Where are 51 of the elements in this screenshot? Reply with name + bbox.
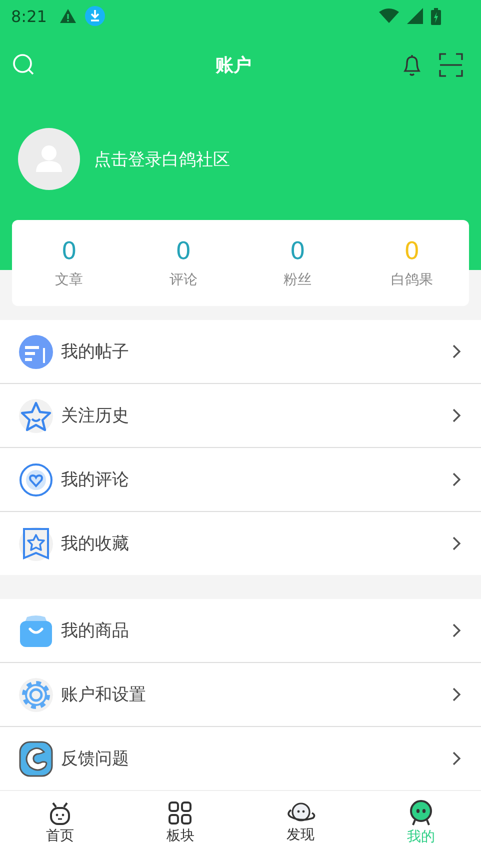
status-time: 8:21	[11, 6, 47, 26]
menu-item[interactable]: 反馈问题	[0, 727, 481, 790]
tab-item[interactable]: 板块	[120, 791, 240, 855]
menu-label: 反馈问题	[61, 748, 130, 770]
chevron-right-icon	[452, 751, 461, 766]
alien-icon	[408, 800, 433, 826]
battery-icon	[431, 8, 441, 24]
menu-label: 我的评论	[61, 469, 130, 491]
stat-label: 评论	[169, 271, 198, 289]
menu-label: 账户和设置	[61, 684, 147, 706]
heart-bubble-icon	[19, 462, 53, 496]
planet-icon	[286, 802, 316, 824]
stat-label: 白鸽果	[390, 271, 433, 289]
download-icon	[84, 6, 105, 26]
gear-icon	[19, 678, 53, 712]
chevron-right-icon	[452, 687, 461, 702]
scan-icon[interactable]	[439, 53, 463, 77]
stat-value: 0	[290, 237, 306, 265]
bell-icon[interactable]	[401, 53, 423, 77]
chevron-right-icon	[452, 536, 461, 551]
menu-item[interactable]: 我的收藏	[0, 512, 481, 575]
star-icon	[19, 398, 53, 432]
chevron-right-icon	[452, 344, 461, 359]
menu-label: 我的帖子	[61, 341, 130, 363]
menu-item[interactable]: 我的评论	[0, 448, 481, 512]
menu-item[interactable]: 我的帖子	[0, 320, 481, 384]
menu-item[interactable]: 关注历史	[0, 384, 481, 448]
menu-label: 我的商品	[61, 620, 130, 642]
tab-item[interactable]: 发现	[240, 791, 361, 855]
stat-label: 粉丝	[284, 271, 312, 289]
menu-label: 关注历史	[61, 405, 130, 427]
stat-value: 0	[404, 237, 420, 265]
document-icon	[19, 334, 53, 368]
tab-item[interactable]: 首页	[0, 791, 120, 855]
stat-value: 0	[61, 237, 77, 265]
chevron-right-icon	[452, 408, 461, 423]
warning-icon	[58, 8, 77, 24]
menu-label: 我的收藏	[61, 533, 130, 555]
chevron-right-icon	[452, 472, 461, 487]
robot-icon	[48, 801, 72, 825]
page-title: 账户	[214, 54, 252, 77]
shopping-bag-icon	[19, 614, 53, 648]
feedback-icon	[19, 740, 53, 776]
stat-value: 0	[176, 237, 192, 265]
menu-item[interactable]: 账户和设置	[0, 663, 481, 727]
stat-label: 文章	[55, 271, 84, 289]
signal-icon	[407, 8, 423, 24]
wifi-icon	[379, 8, 399, 24]
chevron-right-icon	[452, 623, 461, 638]
grid-icon	[168, 801, 192, 825]
menu-item[interactable]: 我的商品	[0, 599, 481, 663]
